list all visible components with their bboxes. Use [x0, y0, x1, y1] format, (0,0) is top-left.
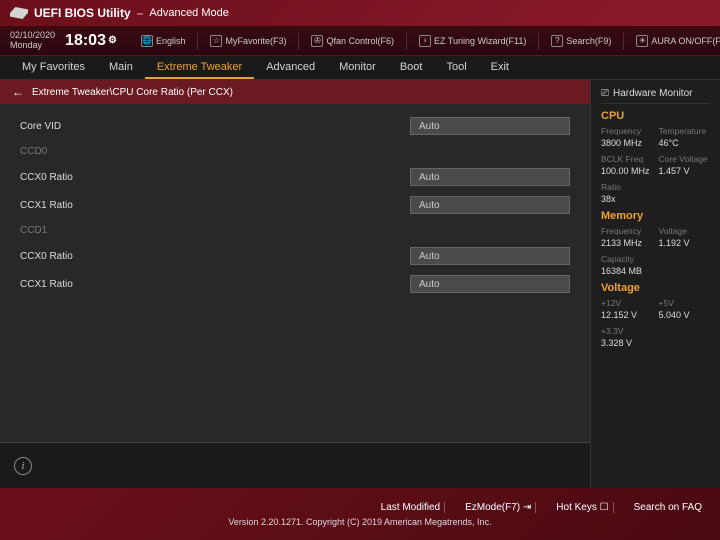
date-block: 02/10/2020 Monday: [10, 31, 55, 51]
setting-label: Core VID: [20, 121, 410, 132]
setting-label: CCX1 Ratio: [20, 200, 410, 211]
voltage-section: Voltage: [601, 282, 710, 294]
tab-exit[interactable]: Exit: [479, 56, 521, 79]
toolbar-icon: ?: [551, 35, 563, 47]
info-icon[interactable]: i: [14, 457, 32, 475]
toolbar-item[interactable]: ♀EZ Tuning Wizard(F11): [419, 32, 526, 50]
content-panel: ← Extreme Tweaker\CPU Core Ratio (Per CC…: [0, 80, 590, 488]
mode-label: Advanced Mode: [149, 7, 229, 19]
gear-icon[interactable]: ⚙: [108, 35, 117, 46]
copyright: Version 2.20.1271. Copyright (C) 2019 Am…: [14, 517, 706, 527]
main-tabs: My FavoritesMainExtreme TweakerAdvancedM…: [0, 56, 720, 80]
breadcrumb-text: Extreme Tweaker\CPU Core Ratio (Per CCX): [32, 87, 233, 98]
tab-advanced[interactable]: Advanced: [254, 56, 327, 79]
app-logo: UEFI BIOS Utility – Advanced Mode: [10, 6, 229, 20]
settings-list: Core VID CCD0 CCX0 Ratio CCX1 Ratio CCD1 CCX0…: [0, 104, 590, 442]
app-title: UEFI BIOS Utility: [34, 6, 131, 20]
tab-main[interactable]: Main: [97, 56, 145, 79]
setting-label: CCX1 Ratio: [20, 279, 410, 290]
footer: Last Modified EzMode(F7) ⇥ Hot Keys ☐ Searc…: [0, 488, 720, 540]
cpu-section: CPU: [601, 110, 710, 122]
toolbar-item[interactable]: ☆MyFavorite(F3): [210, 32, 286, 50]
toolbar: 02/10/2020 Monday 18:03 ⚙ 🌐English ☆MyFav…: [0, 26, 720, 56]
setting-label: CCX0 Ratio: [20, 172, 410, 183]
tab-my-favorites[interactable]: My Favorites: [10, 56, 97, 79]
setting-input[interactable]: [410, 275, 570, 293]
setting-group: CCD0: [0, 140, 590, 163]
setting-group: CCD1: [0, 219, 590, 242]
setting-label: CCX0 Ratio: [20, 251, 410, 262]
setting-row: Core VID: [0, 112, 590, 140]
toolbar-item[interactable]: ☀AURA ON/OFF(F4): [636, 32, 720, 50]
day-text: Monday: [10, 41, 55, 51]
time-text: 18:03: [65, 32, 106, 50]
info-bar: i: [0, 442, 590, 488]
toolbar-item[interactable]: ✇Qfan Control(F6): [311, 32, 394, 50]
toolbar-item[interactable]: ?Search(F9): [551, 32, 611, 50]
back-arrow-icon[interactable]: ←: [12, 85, 24, 99]
toolbar-icon: ♀: [419, 35, 431, 47]
hardware-monitor-panel: ⎚ Hardware Monitor CPU FrequencyTemperat…: [590, 80, 720, 488]
toolbar-icon: ✇: [311, 35, 323, 47]
tab-extreme-tweaker[interactable]: Extreme Tweaker: [145, 56, 254, 79]
setting-input[interactable]: [410, 196, 570, 214]
monitor-icon: ⎚: [601, 88, 609, 99]
title-bar: UEFI BIOS Utility – Advanced Mode: [0, 0, 720, 26]
setting-row: CCX1 Ratio: [0, 191, 590, 219]
footer-links: Last Modified EzMode(F7) ⇥ Hot Keys ☐ Searc…: [14, 502, 706, 513]
setting-input[interactable]: [410, 247, 570, 265]
clock: 18:03 ⚙: [65, 32, 117, 50]
breadcrumb: ← Extreme Tweaker\CPU Core Ratio (Per CC…: [0, 80, 590, 104]
setting-input[interactable]: [410, 117, 570, 135]
toolbar-item[interactable]: 🌐English: [141, 32, 186, 50]
toolbar-icon: ☆: [210, 35, 222, 47]
memory-section: Memory: [601, 210, 710, 222]
toolbar-icon: 🌐: [141, 35, 153, 47]
footer-link[interactable]: EzMode(F7) ⇥: [461, 502, 536, 513]
rog-eye-icon: [10, 7, 28, 19]
setting-input[interactable]: [410, 168, 570, 186]
hw-monitor-header: ⎚ Hardware Monitor: [601, 88, 710, 104]
setting-row: CCX0 Ratio: [0, 242, 590, 270]
tab-tool[interactable]: Tool: [434, 56, 478, 79]
footer-link[interactable]: Last Modified: [377, 502, 445, 513]
tab-boot[interactable]: Boot: [388, 56, 435, 79]
title-separator: –: [137, 6, 144, 20]
footer-link[interactable]: Hot Keys ☐: [552, 502, 613, 513]
setting-row: CCX0 Ratio: [0, 163, 590, 191]
toolbar-icon: ☀: [636, 35, 648, 47]
setting-row: CCX1 Ratio: [0, 270, 590, 298]
tab-monitor[interactable]: Monitor: [327, 56, 388, 79]
footer-link[interactable]: Search on FAQ: [630, 502, 706, 513]
